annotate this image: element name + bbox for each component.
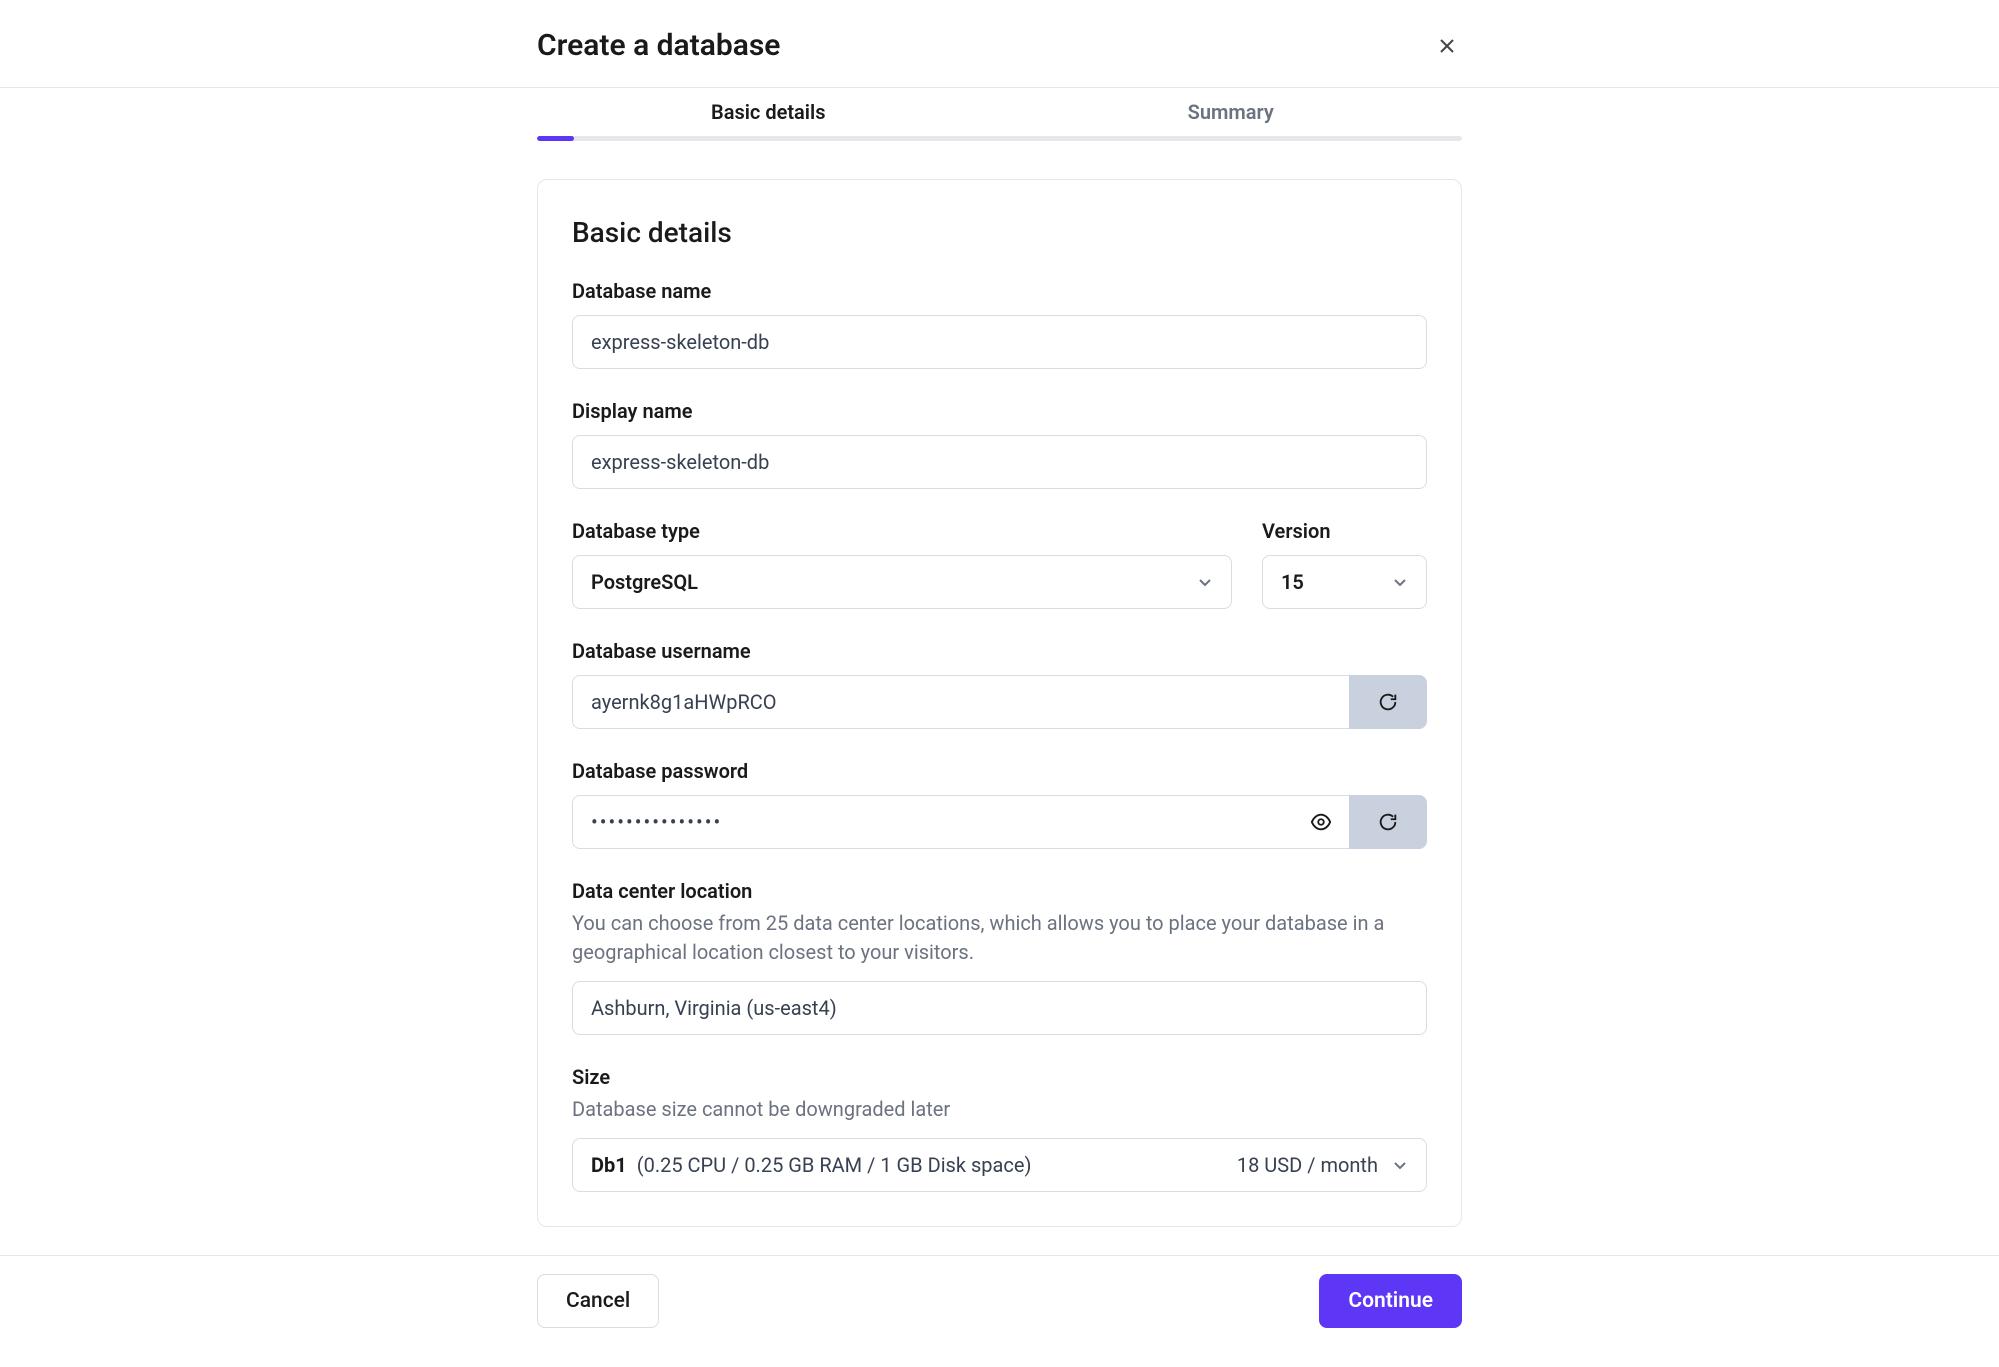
regenerate-username-button[interactable] <box>1349 675 1427 729</box>
username-label: Database username <box>572 639 1427 663</box>
progress-fill <box>537 136 574 141</box>
progress-track <box>537 136 1462 141</box>
close-button[interactable] <box>1432 31 1462 61</box>
display-name-input[interactable] <box>572 435 1427 489</box>
location-input[interactable] <box>572 981 1427 1035</box>
refresh-icon <box>1377 691 1399 713</box>
location-label: Data center location <box>572 879 1427 903</box>
cancel-button[interactable]: Cancel <box>537 1274 659 1328</box>
size-label: Size <box>572 1065 1427 1089</box>
basic-details-card: Basic details Database name Display name… <box>537 179 1462 1227</box>
password-input[interactable] <box>572 795 1293 849</box>
version-value: 15 <box>1281 570 1304 594</box>
username-input[interactable] <box>572 675 1349 729</box>
version-select[interactable]: 15 <box>1262 555 1427 609</box>
database-type-label: Database type <box>572 519 1232 543</box>
database-type-select[interactable]: PostgreSQL <box>572 555 1232 609</box>
toggle-password-visibility-button[interactable] <box>1293 795 1349 849</box>
location-help: You can choose from 25 data center locat… <box>572 909 1427 967</box>
password-label: Database password <box>572 759 1427 783</box>
chevron-down-icon <box>1392 574 1408 590</box>
size-select[interactable]: Db1 (0.25 CPU / 0.25 GB RAM / 1 GB Disk … <box>572 1138 1427 1192</box>
footer-bar: Cancel Continue <box>0 1255 1999 1346</box>
database-name-input[interactable] <box>572 315 1427 369</box>
version-label: Version <box>1262 519 1427 543</box>
size-tier: Db1 <box>591 1153 627 1177</box>
continue-button[interactable]: Continue <box>1319 1274 1462 1328</box>
modal-title: Create a database <box>537 28 780 63</box>
display-name-label: Display name <box>572 399 1427 423</box>
wizard-tabs: Basic details Summary <box>537 88 1462 136</box>
size-price: 18 USD / month <box>1237 1153 1378 1177</box>
size-help: Database size cannot be downgraded later <box>572 1095 1427 1124</box>
chevron-down-icon <box>1392 1157 1408 1173</box>
tab-basic-details[interactable]: Basic details <box>537 100 1000 124</box>
section-heading: Basic details <box>572 216 1427 249</box>
tab-summary[interactable]: Summary <box>1000 100 1463 124</box>
refresh-icon <box>1377 811 1399 833</box>
database-name-label: Database name <box>572 279 1427 303</box>
chevron-down-icon <box>1197 574 1213 590</box>
close-icon <box>1438 37 1456 55</box>
database-type-value: PostgreSQL <box>591 570 698 594</box>
regenerate-password-button[interactable] <box>1349 795 1427 849</box>
eye-icon <box>1310 811 1332 833</box>
size-spec: (0.25 CPU / 0.25 GB RAM / 1 GB Disk spac… <box>637 1153 1032 1177</box>
